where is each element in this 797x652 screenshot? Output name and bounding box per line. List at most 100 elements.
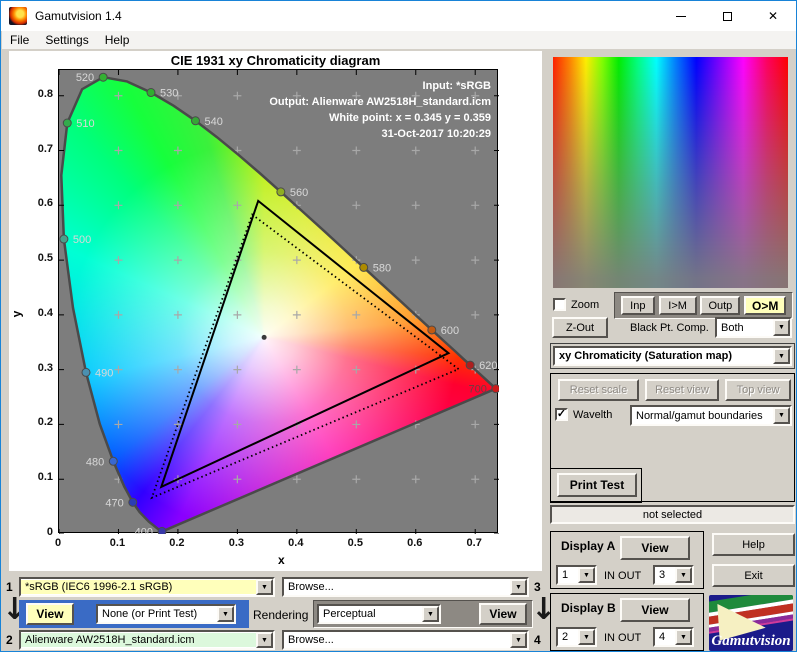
wavelength-dot-700 [491, 384, 499, 394]
wavelength-dot-500 [59, 234, 69, 244]
zoom-checkbox-label: Zoom [571, 298, 600, 311]
output-profile-value: Alienware AW2518H_standard.icm [21, 633, 256, 647]
zoom-checkbox[interactable]: Zoom [553, 298, 599, 311]
menu-file[interactable]: File [2, 32, 37, 48]
hue-saturation-gradient[interactable] [553, 57, 788, 288]
grid-plus-mark [114, 420, 123, 429]
reset-view-button[interactable]: Reset view [645, 379, 719, 401]
dropdown-arrow-icon[interactable]: ▼ [675, 567, 692, 583]
grid-plus-mark [352, 420, 361, 429]
wavelength-label-470: 470 [105, 497, 123, 509]
wavelth-checkbox-box[interactable]: ✓ [555, 408, 568, 421]
view-rendering-button[interactable]: View [479, 603, 527, 625]
wavelength-dot-480 [108, 456, 118, 466]
wavelth-checkbox[interactable]: ✓ Wavelth [555, 408, 612, 421]
titlebar: Gamutvision 1.4 ✕ [1, 1, 796, 31]
z-out-button[interactable]: Z-Out [552, 317, 608, 338]
grid-plus-mark [114, 146, 123, 155]
y-tick-label: 0.2 [37, 416, 53, 429]
reset-scale-button[interactable]: Reset scale [558, 379, 639, 401]
zoom-checkbox-box[interactable] [553, 298, 566, 311]
rendering-intent-select[interactable]: Perceptual ▼ [317, 604, 441, 624]
top-view-button[interactable]: Top view [725, 379, 791, 401]
dropdown-arrow-icon[interactable]: ▼ [510, 632, 527, 648]
grid-plus-mark [292, 256, 301, 265]
annotation-timestamp: 31-Oct-2017 10:20:29 [381, 128, 491, 140]
dropdown-arrow-icon[interactable]: ▼ [510, 579, 527, 595]
inp-button[interactable]: Inp [620, 296, 655, 315]
display-b-view-button[interactable]: View [620, 598, 690, 622]
wavelength-label-490: 490 [95, 367, 113, 379]
exit-button[interactable]: Exit [712, 564, 795, 587]
grid-plus-mark [173, 365, 182, 374]
grid-plus-mark [292, 146, 301, 155]
view-map-button[interactable]: View [26, 603, 74, 625]
wavelength-label-530: 530 [160, 88, 178, 100]
menu-settings[interactable]: Settings [37, 32, 96, 48]
browse-input-select[interactable]: Browse... ▼ [282, 577, 529, 597]
white-point-marker [261, 334, 267, 340]
black-pt-comp-value: Both [721, 321, 744, 334]
dropdown-arrow-icon[interactable]: ▼ [422, 606, 439, 622]
browse-output-select[interactable]: Browse... ▼ [282, 630, 529, 650]
display-a-title: Display A [561, 539, 616, 553]
i-to-m-button[interactable]: I>M [658, 296, 697, 315]
display-a-out-select[interactable]: 3 ▼ [653, 565, 694, 585]
dropdown-arrow-icon[interactable]: ▼ [773, 407, 790, 424]
y-tick-label: 0.3 [37, 361, 53, 374]
x-tick-label: 0.4 [288, 537, 304, 549]
output-profile-select[interactable]: Alienware AW2518H_standard.icm ▼ [19, 630, 275, 650]
dropdown-arrow-icon[interactable]: ▼ [675, 629, 692, 645]
grid-plus-mark [471, 146, 480, 155]
wavelength-dot-580 [359, 262, 369, 272]
close-icon: ✕ [767, 9, 779, 23]
grid-plus-mark [114, 310, 123, 319]
x-axis-label: x [278, 553, 285, 567]
x-tick-label: 0.3 [228, 537, 245, 549]
help-button[interactable]: Help [712, 533, 795, 556]
print-test-box: Print Test [550, 468, 642, 503]
input-profile-select[interactable]: *sRGB (IEC6 1996-2.1 sRGB) ▼ [19, 577, 275, 597]
grid-plus-mark [471, 420, 480, 429]
outp-button[interactable]: Outp [700, 296, 741, 315]
display-b-out-select[interactable]: 4 ▼ [653, 627, 694, 647]
view-mode-value: xy Chromaticity (Saturation map) [559, 350, 732, 362]
y-tick-label: 0.7 [37, 142, 53, 155]
annotation-input: Input: *sRGB [422, 80, 491, 92]
dropdown-arrow-icon[interactable]: ▼ [217, 606, 234, 622]
view-mode-select[interactable]: xy Chromaticity (Saturation map) ▼ [553, 346, 792, 366]
x-tick-label: 0 [54, 537, 62, 549]
dropdown-arrow-icon[interactable]: ▼ [256, 579, 273, 595]
dropdown-arrow-icon[interactable]: ▼ [578, 629, 595, 645]
grid-plus-mark [352, 310, 361, 319]
print-test-select[interactable]: None (or Print Test) ▼ [96, 604, 236, 624]
y-tick-label: 0.1 [37, 471, 53, 484]
grid-plus-mark [411, 201, 420, 210]
print-test-button[interactable]: Print Test [557, 473, 637, 497]
grid-plus-mark [173, 201, 182, 210]
dropdown-arrow-icon[interactable]: ▼ [773, 319, 790, 336]
dropdown-arrow-icon[interactable]: ▼ [256, 632, 273, 648]
o-to-m-button[interactable]: O>M [744, 296, 787, 315]
display-a-inout-label: IN OUT [604, 570, 642, 582]
spectral-locus-outline [60, 75, 498, 533]
menubar: File Settings Help [2, 31, 796, 49]
wavelength-dot-620 [465, 360, 475, 370]
display-b-inout-label: IN OUT [604, 632, 642, 644]
boundaries-select[interactable]: Normal/gamut boundaries ▼ [630, 405, 792, 426]
chromaticity-plot[interactable]: 520 530 540 560 580 600 620 700 510 500 490 480 470 4… [58, 69, 499, 534]
dropdown-arrow-icon[interactable]: ▼ [773, 348, 790, 364]
slot-2-label: 2 [6, 633, 13, 647]
menu-help[interactable]: Help [97, 32, 138, 48]
display-b-in-select[interactable]: 2 ▼ [556, 627, 597, 647]
maximize-button[interactable] [704, 1, 750, 31]
minimize-button[interactable] [658, 1, 704, 31]
boundaries-value: Normal/gamut boundaries [636, 409, 763, 422]
close-button[interactable]: ✕ [750, 1, 796, 31]
display-a-view-button[interactable]: View [620, 536, 690, 560]
display-a-in-select[interactable]: 1 ▼ [556, 565, 597, 585]
rendering-label: Rendering [253, 608, 309, 622]
app-icon [9, 7, 27, 25]
black-pt-comp-select[interactable]: Both ▼ [715, 317, 792, 338]
dropdown-arrow-icon[interactable]: ▼ [578, 567, 595, 583]
